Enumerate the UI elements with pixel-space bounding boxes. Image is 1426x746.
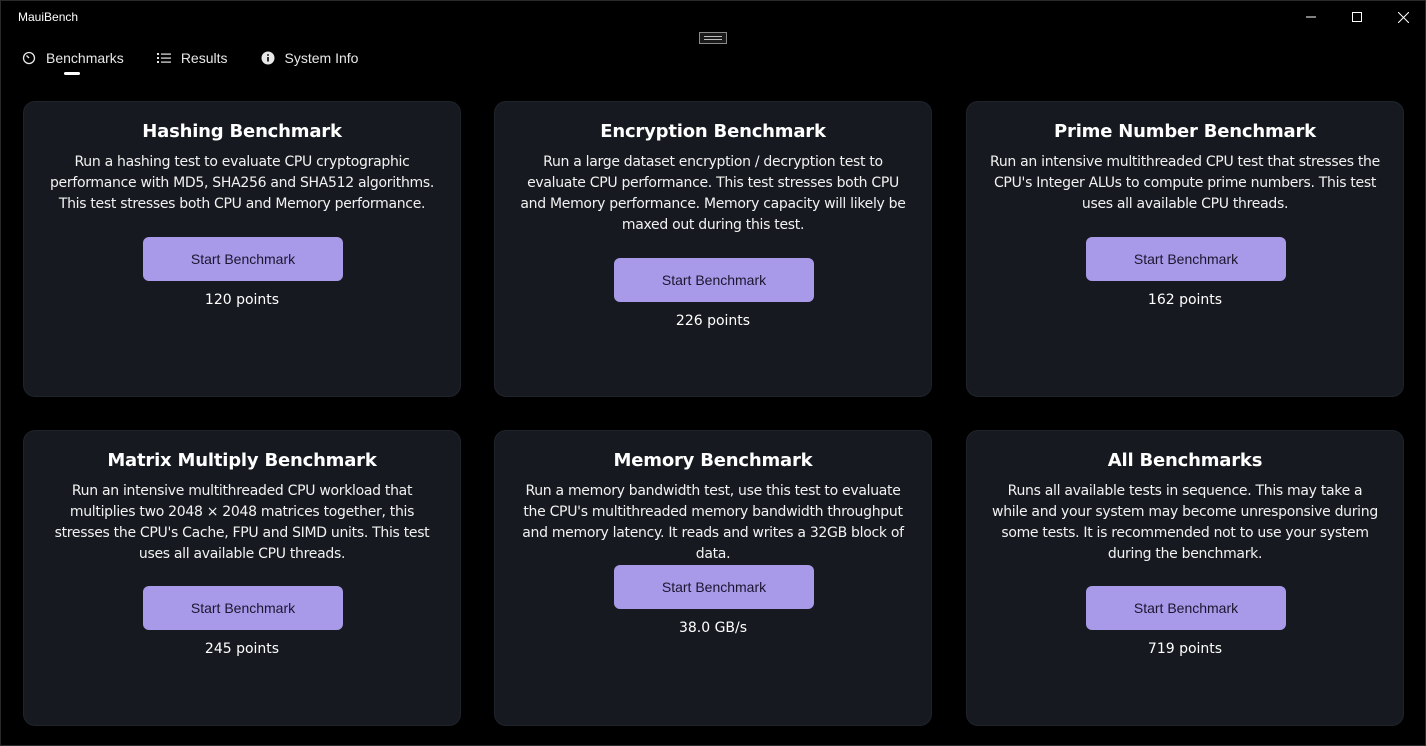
app-title: MauiBench (18, 10, 79, 24)
list-icon (156, 51, 171, 65)
drag-handle[interactable] (699, 32, 727, 44)
card-description: Run a large dataset encryption / decrypt… (520, 154, 906, 233)
minimize-button[interactable] (1288, 1, 1334, 33)
card-description: Run a hashing test to evaluate CPU crypt… (49, 154, 435, 212)
gauge-icon (22, 51, 36, 65)
card-description: Runs all available tests in sequence. Th… (992, 483, 1378, 562)
hashing-benchmark-card: Hashing Benchmark Run a hashing test to … (23, 101, 461, 397)
tab-label: Benchmarks (46, 50, 124, 66)
benchmark-result: 245 points (204, 641, 280, 657)
start-benchmark-button[interactable]: Start Benchmark (1086, 586, 1286, 630)
memory-benchmark-card: Memory Benchmark Run a memory bandwidth … (494, 430, 932, 726)
all-benchmarks-card: All Benchmarks Runs all available tests … (966, 430, 1404, 726)
tab-benchmarks[interactable]: Benchmarks (22, 47, 124, 75)
close-button[interactable] (1380, 1, 1426, 33)
prime-number-benchmark-card: Prime Number Benchmark Run an intensive … (966, 101, 1404, 397)
tab-label: System Info (284, 50, 359, 66)
benchmark-result: 719 points (1147, 641, 1223, 657)
benchmark-result: 162 points (1147, 292, 1223, 308)
card-title: Encryption Benchmark (600, 121, 826, 142)
encryption-benchmark-card: Encryption Benchmark Run a large dataset… (494, 101, 932, 397)
app-window: MauiBench Benchmarks Results System Info… (0, 0, 1426, 746)
card-title: Prime Number Benchmark (1054, 121, 1316, 142)
tab-results[interactable]: Results (156, 47, 228, 69)
card-title: All Benchmarks (1107, 450, 1263, 471)
card-title: Matrix Multiply Benchmark (107, 450, 377, 471)
start-benchmark-button[interactable]: Start Benchmark (614, 258, 814, 302)
card-title: Memory Benchmark (613, 450, 813, 471)
close-icon (1397, 11, 1409, 23)
card-title: Hashing Benchmark (142, 121, 342, 142)
tab-bar: Benchmarks Results System Info (22, 47, 391, 77)
minimize-icon (1306, 16, 1316, 18)
tab-system-info[interactable]: System Info (261, 47, 359, 69)
start-benchmark-button[interactable]: Start Benchmark (614, 565, 814, 609)
start-benchmark-button[interactable]: Start Benchmark (143, 586, 343, 630)
maximize-icon (1352, 12, 1362, 22)
card-description: Run a memory bandwidth test, use this te… (522, 483, 904, 562)
start-benchmark-button[interactable]: Start Benchmark (143, 237, 343, 281)
title-bar[interactable]: MauiBench (1, 1, 1425, 33)
card-description: Run an intensive multithreaded CPU workl… (54, 483, 430, 562)
benchmark-result: 120 points (204, 292, 280, 308)
info-icon (261, 51, 275, 65)
benchmark-result: 38.0 GB/s (678, 620, 748, 636)
card-description: Run an intensive multithreaded CPU test … (990, 154, 1380, 212)
maximize-button[interactable] (1334, 1, 1380, 33)
start-benchmark-button[interactable]: Start Benchmark (1086, 237, 1286, 281)
matrix-multiply-benchmark-card: Matrix Multiply Benchmark Run an intensi… (23, 430, 461, 726)
benchmark-result: 226 points (675, 313, 751, 329)
tab-label: Results (180, 50, 228, 66)
